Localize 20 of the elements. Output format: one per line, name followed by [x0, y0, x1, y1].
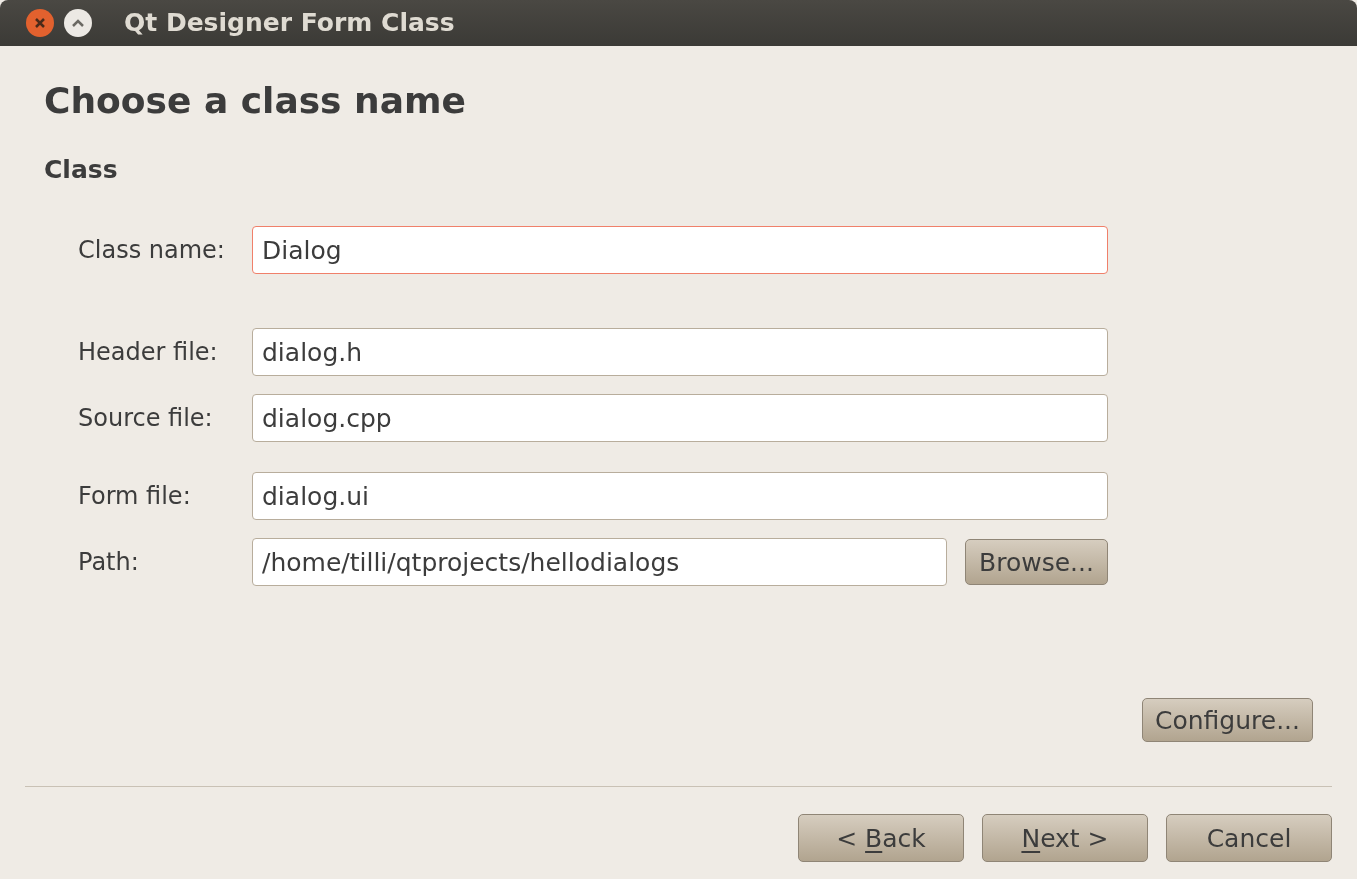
- wizard-button[interactable]: Cancel: [1166, 814, 1332, 862]
- field-label: Source file:: [78, 403, 214, 434]
- section-title: Class: [44, 154, 119, 186]
- page-heading: Choose a class name: [44, 79, 467, 123]
- wizard-button[interactable]: Next >: [982, 814, 1148, 862]
- text-field[interactable]: dialog.ui: [252, 472, 1108, 520]
- configure-button[interactable]: Configure...: [1142, 698, 1313, 742]
- text-field[interactable]: dialog.h: [252, 328, 1108, 376]
- text-field[interactable]: /home/tilli/qtprojects/hellodialogs: [252, 538, 947, 586]
- wizard-button[interactable]: < Back: [798, 814, 964, 862]
- field-label: Path:: [78, 547, 140, 578]
- field-label: Form file:: [78, 481, 192, 512]
- browse-button[interactable]: Browse...: [965, 539, 1108, 585]
- window-title: Qt Designer Form Class: [124, 7, 455, 40]
- maximize-icon[interactable]: [64, 9, 92, 37]
- close-icon[interactable]: [26, 9, 54, 37]
- field-label: Header file:: [78, 337, 219, 368]
- text-field[interactable]: Dialog: [252, 226, 1108, 274]
- field-label: Class name:: [78, 235, 226, 266]
- text-field[interactable]: dialog.cpp: [252, 394, 1108, 442]
